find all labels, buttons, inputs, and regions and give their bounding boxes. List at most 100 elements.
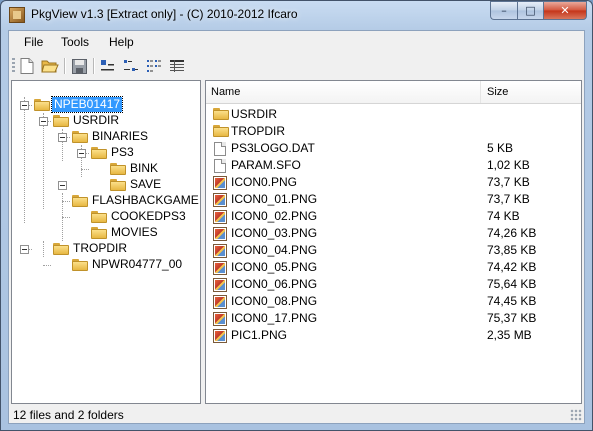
folder-icon <box>110 163 126 175</box>
list-item[interactable]: PARAM.SFO 1,02 KB <box>206 157 581 174</box>
large-icons-view-icon <box>101 60 114 71</box>
list-view-icon <box>147 60 161 72</box>
folder-icon <box>91 227 107 239</box>
close-button[interactable]: ✕ <box>543 1 587 20</box>
collapse-toggle[interactable] <box>20 245 29 254</box>
file-list[interactable]: Name Size USRDIR TROPDIR PS3LOGO.DAT 5 KB PA… <box>205 80 582 404</box>
window-title: PkgView v1.3 [Extract only] - (C) 2010-2… <box>31 7 298 21</box>
list-item[interactable]: USRDIR <box>206 106 581 123</box>
collapse-toggle[interactable] <box>20 101 29 110</box>
file-size: 74 KB <box>487 209 520 223</box>
file-size: 74,26 KB <box>487 226 537 240</box>
file-size: 73,85 KB <box>487 243 537 257</box>
collapse-toggle[interactable] <box>77 149 86 158</box>
file-name: ICON0_03.PNG <box>231 226 318 240</box>
file-size: 1,02 KB <box>487 158 530 172</box>
list-item[interactable]: ICON0_17.PNG 75,37 KB <box>206 310 581 327</box>
file-name: ICON0_02.PNG <box>231 209 318 223</box>
menu-tools[interactable]: Tools <box>61 35 89 49</box>
collapse-toggle[interactable] <box>58 133 67 142</box>
collapse-toggle[interactable] <box>58 181 67 190</box>
tree-item-bink[interactable]: BINK <box>128 161 160 176</box>
caption-buttons: – □ ✕ <box>490 1 587 21</box>
folder-icon <box>91 147 107 159</box>
status-text: 12 files and 2 folders <box>13 408 124 422</box>
file-name: PIC1.PNG <box>231 328 288 342</box>
file-name: ICON0_04.PNG <box>231 243 318 257</box>
file-size: 74,42 KB <box>487 260 537 274</box>
small-icons-button[interactable] <box>122 57 140 75</box>
file-name: ICON0_06.PNG <box>231 277 318 291</box>
column-header-name[interactable]: Name <box>206 81 481 103</box>
file-size: 73,7 KB <box>487 175 530 189</box>
list-item[interactable]: ICON0_05.PNG 74,42 KB <box>206 259 581 276</box>
folder-icon <box>72 131 88 143</box>
details-view-button[interactable] <box>168 57 186 75</box>
column-header-size[interactable]: Size <box>482 81 581 103</box>
folder-icon <box>53 243 69 255</box>
folder-icon <box>110 179 126 191</box>
file-size: 2,35 MB <box>487 328 532 342</box>
file-name: ICON0.PNG <box>231 175 298 189</box>
file-name: ICON0_08.PNG <box>231 294 318 308</box>
menu-file[interactable]: File <box>24 35 43 49</box>
list-item[interactable]: TROPDIR <box>206 123 581 140</box>
folder-icon <box>53 115 69 127</box>
package-icon[interactable] <box>9 7 25 23</box>
details-view-icon <box>170 60 184 72</box>
maximize-button[interactable]: □ <box>517 1 543 20</box>
open-folder-icon <box>41 60 59 73</box>
new-file-icon <box>20 58 34 74</box>
tree-item-tropdir[interactable]: TROPDIR <box>71 241 129 256</box>
menu-bar: File Tools Help <box>9 31 584 53</box>
status-bar: 12 files and 2 folders <box>9 405 584 423</box>
file-name: ICON0_05.PNG <box>231 260 318 274</box>
list-item[interactable]: ICON0.PNG 73,7 KB <box>206 174 581 191</box>
list-item[interactable]: ICON0_02.PNG 74 KB <box>206 208 581 225</box>
tree-item-binaries[interactable]: BINARIES <box>90 129 150 144</box>
file-name: USRDIR <box>231 107 278 121</box>
tree-item-movies[interactable]: MOVIES <box>109 225 160 240</box>
toolbar-grip[interactable] <box>12 58 15 74</box>
menu-help[interactable]: Help <box>109 35 134 49</box>
tree-item-ps3[interactable]: PS3 <box>109 145 136 160</box>
file-size: 75,64 KB <box>487 277 537 291</box>
minimize-button[interactable]: – <box>490 1 517 20</box>
file-name: ICON0_01.PNG <box>231 192 318 206</box>
large-icons-button[interactable] <box>99 57 117 75</box>
title-bar[interactable]: PkgView v1.3 [Extract only] - (C) 2010-2… <box>1 1 592 29</box>
toolbar-separator <box>64 58 66 74</box>
folder-tree[interactable]: NPEB01417 USRDIR BINARIES PS3 BINK SAVE … <box>11 80 201 404</box>
file-name: PS3LOGO.DAT <box>231 141 315 155</box>
tree-item-flashbackgame[interactable]: FLASHBACKGAME <box>90 193 200 208</box>
resize-grip[interactable] <box>570 409 582 421</box>
open-button[interactable] <box>41 57 59 75</box>
app-window: PkgView v1.3 [Extract only] - (C) 2010-2… <box>0 0 593 431</box>
list-item[interactable]: ICON0_04.PNG 73,85 KB <box>206 242 581 259</box>
file-name: TROPDIR <box>231 124 285 138</box>
file-name: ICON0_17.PNG <box>231 311 318 325</box>
small-icons-view-icon <box>124 60 138 71</box>
folder-icon <box>34 99 50 111</box>
tree-item-usrdir[interactable]: USRDIR <box>71 113 121 128</box>
file-name: PARAM.SFO <box>231 158 301 172</box>
list-item[interactable]: ICON0_01.PNG 73,7 KB <box>206 191 581 208</box>
folder-icon <box>72 259 88 271</box>
file-size: 75,37 KB <box>487 311 537 325</box>
list-item[interactable]: PS3LOGO.DAT 5 KB <box>206 140 581 157</box>
list-view-button[interactable] <box>145 57 163 75</box>
collapse-toggle[interactable] <box>39 117 48 126</box>
new-button[interactable] <box>18 57 36 75</box>
save-button[interactable] <box>70 57 88 75</box>
save-icon <box>71 58 87 74</box>
list-item[interactable]: ICON0_06.PNG 75,64 KB <box>206 276 581 293</box>
toolbar <box>9 54 584 78</box>
tree-item-save[interactable]: SAVE <box>128 177 163 192</box>
list-item[interactable]: PIC1.PNG 2,35 MB <box>206 327 581 344</box>
tree-item-npwr04777-00[interactable]: NPWR04777_00 <box>90 257 184 272</box>
list-item[interactable]: ICON0_03.PNG 74,26 KB <box>206 225 581 242</box>
tree-item-npeb01417[interactable]: NPEB01417 <box>50 96 124 113</box>
folder-icon <box>91 211 107 223</box>
tree-item-cookedps3[interactable]: COOKEDPS3 <box>109 209 188 224</box>
list-item[interactable]: ICON0_08.PNG 74,45 KB <box>206 293 581 310</box>
